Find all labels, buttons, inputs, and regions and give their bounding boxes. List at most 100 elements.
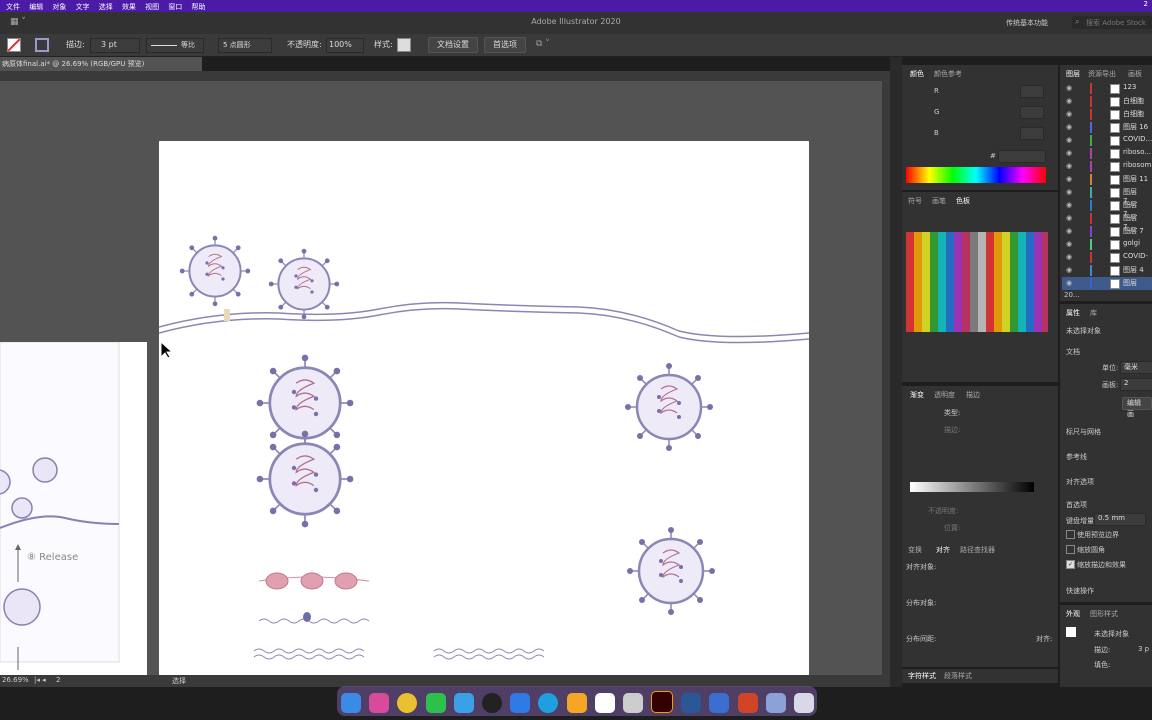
menu-effect[interactable]: 效果 (122, 3, 136, 11)
tab-align[interactable]: 对齐 (936, 545, 950, 555)
tab-paragraph-styles[interactable]: 段落样式 (944, 671, 972, 681)
tab-transparency[interactable]: 透明度 (934, 390, 955, 400)
mail-icon[interactable] (510, 693, 531, 713)
layer-row[interactable]: ◉ golgi (1062, 238, 1152, 251)
tab-brushes[interactable]: 画笔 (932, 196, 946, 206)
hex-input[interactable] (998, 150, 1046, 163)
menu-object[interactable]: 对象 (52, 3, 66, 11)
trash-icon[interactable] (794, 693, 814, 713)
document-tab[interactable]: 病原体final.ai* @ 26.69% (RGB/GPU 预览) (0, 57, 202, 71)
downloads-folder-icon[interactable] (765, 693, 786, 713)
style-swatch[interactable] (397, 38, 411, 52)
layer-row[interactable]: ◉ COVID- (1062, 251, 1152, 264)
opacity-input[interactable]: 100% (326, 38, 364, 53)
tab-color-guide[interactable]: 颜色参考 (934, 69, 962, 79)
qq-browser-icon[interactable] (453, 693, 474, 713)
visibility-eye-icon[interactable]: ◉ (1066, 136, 1072, 144)
swatch-grid[interactable] (906, 232, 1048, 332)
tab-pathfinder[interactable]: 路径查找器 (960, 545, 995, 555)
tab-asset-export[interactable]: 资源导出 (1088, 69, 1116, 79)
stroke-swatch-icon[interactable] (35, 38, 49, 52)
color-spectrum[interactable] (906, 167, 1046, 183)
layer-row[interactable]: ◉ 图层 4 (1062, 264, 1152, 277)
tab-symbols[interactable]: 符号 (908, 196, 922, 206)
keyboard-increment-input[interactable]: 0.5 mm (1094, 513, 1146, 526)
tab-properties[interactable]: 属性 (1066, 308, 1080, 318)
reminders-icon[interactable] (566, 693, 587, 713)
tab-gradient[interactable]: 渐变 (910, 390, 924, 400)
menu-help[interactable]: 帮助 (192, 3, 206, 11)
visibility-eye-icon[interactable]: ◉ (1066, 253, 1072, 261)
layer-row[interactable]: ◉ 图层 7 (1062, 225, 1152, 238)
edge-icon[interactable] (538, 693, 559, 713)
artboard-input[interactable]: 2 (1120, 378, 1152, 391)
visibility-eye-icon[interactable]: ◉ (1066, 214, 1072, 222)
r-input[interactable] (1020, 85, 1044, 98)
artboard-nav[interactable]: |◂ ◂ (34, 676, 46, 684)
layer-row[interactable]: ◉ 图层 7_... (1062, 199, 1152, 218)
tab-stroke[interactable]: 描边 (966, 390, 980, 400)
powerpoint-icon[interactable] (737, 693, 758, 713)
visibility-eye-icon[interactable]: ◉ (1066, 110, 1072, 118)
opacity-label[interactable]: 不透明度: (287, 39, 322, 50)
brush-dropdown[interactable]: 5 点圆形 (218, 38, 272, 53)
illustrator-icon[interactable] (651, 691, 674, 713)
tab-appearance[interactable]: 外观 (1066, 609, 1080, 619)
visibility-eye-icon[interactable]: ◉ (1066, 240, 1072, 248)
finder-icon[interactable] (341, 693, 361, 713)
tab-artboards[interactable]: 画板 (1128, 69, 1142, 79)
g-input[interactable] (1020, 106, 1044, 119)
vertical-scrollbar[interactable] (882, 81, 890, 675)
visibility-eye-icon[interactable]: ◉ (1066, 175, 1072, 183)
layer-row[interactable]: ◉ 白细胞 (1062, 108, 1152, 121)
stock-search-input[interactable]: ⌕ 搜索 Adobe Stock (1072, 16, 1152, 29)
tab-layers[interactable]: 图层 (1066, 69, 1080, 79)
scale-strokes-checkbox[interactable]: ✓ (1066, 560, 1075, 569)
visibility-eye-icon[interactable]: ◉ (1066, 227, 1072, 235)
arrange-icon[interactable]: ⧉ ˅ (536, 39, 550, 49)
layer-row[interactable]: ◉ 图层 11 (1062, 173, 1152, 186)
visibility-eye-icon[interactable]: ◉ (1066, 97, 1072, 105)
workspace-dropdown[interactable]: 传统基本功能 (1006, 18, 1048, 28)
layer-row[interactable]: ◉ 图层 (1062, 277, 1152, 290)
tab-transform[interactable]: 变换 (908, 545, 922, 555)
menu-view[interactable]: 视图 (145, 3, 159, 11)
visibility-eye-icon[interactable]: ◉ (1066, 84, 1072, 92)
tab-swatches[interactable]: 色板 (956, 196, 970, 206)
visibility-eye-icon[interactable]: ◉ (1066, 266, 1072, 274)
layer-row[interactable]: ◉ riboso... (1062, 147, 1152, 160)
wechat-icon[interactable] (425, 693, 446, 713)
layer-row[interactable]: ◉ ribosom (1062, 160, 1152, 173)
layer-row[interactable]: ◉ 图层 16 (1062, 121, 1152, 134)
menu-select[interactable]: 选择 (99, 3, 113, 11)
layer-row[interactable]: ◉ 白细胞 (1062, 95, 1152, 108)
word-icon[interactable] (681, 693, 702, 713)
artboard-left[interactable]: ⑧ Release (0, 341, 147, 675)
visibility-eye-icon[interactable]: ◉ (1066, 201, 1072, 209)
tab-color[interactable]: 颜色 (910, 69, 924, 79)
notion-icon[interactable] (594, 693, 615, 713)
artboard-number[interactable]: 2 (56, 676, 60, 684)
launchpad-icon[interactable] (369, 693, 390, 713)
preferences-button[interactable]: 首选项 (484, 37, 526, 53)
menu-type[interactable]: 文字 (76, 3, 90, 11)
units-dropdown[interactable]: 毫米 (1120, 361, 1152, 374)
visibility-eye-icon[interactable]: ◉ (1066, 162, 1072, 170)
visibility-eye-icon[interactable]: ◉ (1066, 188, 1072, 196)
b-input[interactable] (1020, 127, 1044, 140)
layer-row[interactable]: ◉ 图层 7_... (1062, 212, 1152, 231)
edit-artboards-button[interactable]: 编辑画 (1122, 397, 1152, 418)
chrome-icon[interactable] (397, 693, 418, 713)
tab-character-styles[interactable]: 字符样式 (908, 671, 936, 681)
app-icon[interactable] (622, 693, 643, 713)
artboard-main[interactable] (158, 141, 810, 675)
document-setup-button[interactable]: 文档设置 (428, 37, 478, 53)
visibility-eye-icon[interactable]: ◉ (1066, 279, 1072, 287)
preview-bounds-checkbox[interactable] (1066, 530, 1075, 539)
scale-corners-checkbox[interactable] (1066, 545, 1075, 554)
gradient-slider[interactable] (910, 482, 1034, 492)
tab-libraries[interactable]: 库 (1090, 308, 1097, 318)
canvas-area[interactable]: ⑧ Release (0, 81, 890, 675)
fill-swatch-icon[interactable] (7, 38, 21, 52)
menu-window[interactable]: 窗口 (168, 3, 182, 11)
